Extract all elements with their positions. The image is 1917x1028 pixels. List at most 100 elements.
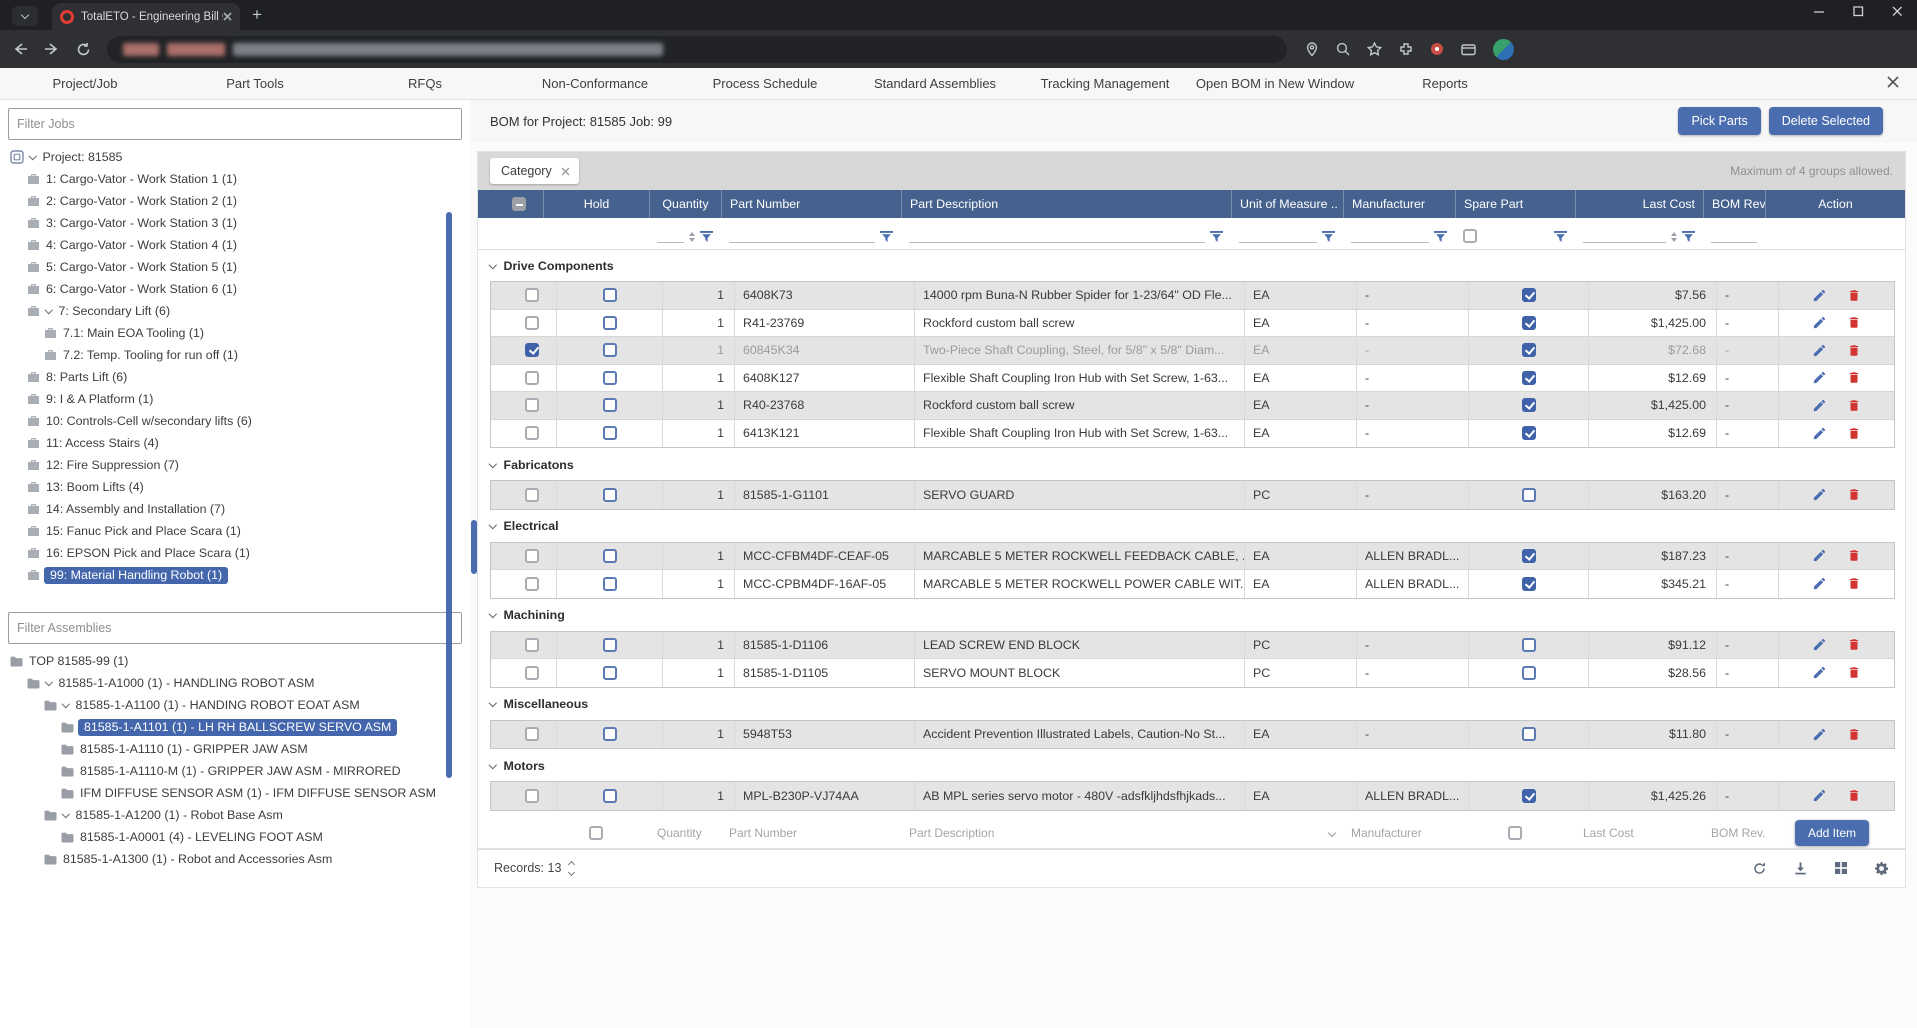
job-item-13-boom-lifts-4[interactable]: 13: Boom Lifts (4) — [0, 476, 470, 498]
group-header-fabricatons[interactable]: Fabricatons — [478, 451, 1905, 478]
assembly-item-81585-1-a1101-1-lh-rh-ballscre[interactable]: 81585-1-A1101 (1) - LH RH BALLSCREW SERV… — [0, 716, 470, 738]
filter-manufacturer[interactable] — [1343, 218, 1455, 249]
bookmark-star-icon[interactable] — [1367, 42, 1382, 56]
maximize-button[interactable] — [1853, 6, 1864, 17]
group-header-miscellaneous[interactable]: Miscellaneous — [478, 691, 1905, 718]
add-part-description-field[interactable]: Part Description — [901, 818, 1231, 848]
chip-close-icon[interactable] — [561, 167, 570, 176]
hold-checkbox[interactable] — [603, 398, 617, 412]
spare-part-checkbox[interactable] — [1522, 666, 1536, 680]
hold-checkbox[interactable] — [603, 638, 617, 652]
job-item-99-material-handling-robot-1[interactable]: 99: Material Handling Robot (1) — [0, 564, 470, 586]
spare-part-cell[interactable] — [1468, 481, 1588, 509]
delete-trash-icon[interactable] — [1847, 398, 1861, 413]
row-select-checkbox[interactable] — [525, 789, 539, 803]
col-spare-part[interactable]: Spare Part — [1455, 190, 1575, 218]
spare-part-cell[interactable] — [1468, 392, 1588, 419]
row-select-cell[interactable] — [508, 310, 556, 337]
profile-avatar[interactable] — [1493, 39, 1514, 60]
row-select-cell[interactable] — [508, 632, 556, 659]
select-all-cell[interactable] — [495, 190, 543, 218]
hold-cell[interactable] — [556, 282, 662, 309]
add-spare-cell[interactable] — [1455, 818, 1575, 848]
nav-item-tracking-management[interactable]: Tracking Management — [1020, 76, 1190, 91]
col-bom-rev[interactable]: BOM Rev. — [1703, 190, 1765, 218]
add-manufacturer-field[interactable]: Manufacturer — [1343, 818, 1455, 848]
job-item-10-controls-cell-w-secondary-l[interactable]: 10: Controls-Cell w/secondary lifts (6) — [0, 410, 470, 432]
job-item-7-1-main-eoa-tooling-1[interactable]: 7.1: Main EOA Tooling (1) — [0, 322, 470, 344]
delete-trash-icon[interactable] — [1847, 370, 1861, 385]
hold-checkbox[interactable] — [603, 666, 617, 680]
filter-part-description[interactable] — [901, 218, 1231, 249]
row-select-checkbox[interactable] — [525, 398, 539, 412]
group-header-drive-components[interactable]: Drive Components — [478, 252, 1905, 279]
job-item-11-access-stairs-4[interactable]: 11: Access Stairs (4) — [0, 432, 470, 454]
edit-pencil-icon[interactable] — [1812, 398, 1827, 413]
edit-pencil-icon[interactable] — [1812, 370, 1827, 385]
spare-part-checkbox[interactable] — [1522, 577, 1536, 591]
extensions-puzzle-icon[interactable] — [1399, 42, 1413, 56]
row-select-checkbox[interactable] — [525, 426, 539, 440]
spare-part-checkbox[interactable] — [1522, 371, 1536, 385]
spare-part-checkbox[interactable] — [1522, 398, 1536, 412]
job-item-project-81585[interactable]: Project: 81585 — [0, 146, 470, 168]
job-item-3-cargo-vator-work-station-3-1[interactable]: 3: Cargo-Vator - Work Station 3 (1) — [0, 212, 470, 234]
delete-trash-icon[interactable] — [1847, 576, 1861, 591]
edit-pencil-icon[interactable] — [1812, 315, 1827, 330]
chevron-down-icon[interactable] — [45, 306, 53, 314]
job-item-14-assembly-and-installation-7[interactable]: 14: Assembly and Installation (7) — [0, 498, 470, 520]
row-select-cell[interactable] — [508, 420, 556, 448]
hold-checkbox[interactable] — [603, 371, 617, 385]
edit-pencil-icon[interactable] — [1812, 426, 1827, 441]
row-select-cell[interactable] — [508, 570, 556, 598]
hold-checkbox[interactable] — [603, 577, 617, 591]
nav-item-open-bom-in-new-window[interactable]: Open BOM in New Window — [1190, 76, 1360, 91]
row-select-checkbox[interactable] — [525, 371, 539, 385]
window-close-button[interactable] — [1892, 6, 1903, 17]
row-select-cell[interactable] — [508, 721, 556, 749]
filter-quantity[interactable] — [649, 218, 721, 249]
hold-checkbox[interactable] — [603, 549, 617, 563]
hold-checkbox[interactable] — [603, 343, 617, 357]
grid-scrollbar-thumb[interactable] — [446, 212, 452, 778]
job-item-16-epson-pick-and-place-scara-[interactable]: 16: EPSON Pick and Place Scara (1) — [0, 542, 470, 564]
filter-spare[interactable] — [1455, 218, 1575, 249]
hold-cell[interactable] — [556, 543, 662, 570]
filter-uom[interactable] — [1231, 218, 1343, 249]
spare-part-checkbox[interactable] — [1522, 426, 1536, 440]
filter-input-line[interactable] — [909, 229, 1205, 243]
job-item-5-cargo-vator-work-station-5-1[interactable]: 5: Cargo-Vator - Work Station 5 (1) — [0, 256, 470, 278]
hold-cell[interactable] — [556, 310, 662, 337]
pick-parts-button[interactable]: Pick Parts — [1678, 107, 1760, 135]
hold-cell[interactable] — [556, 392, 662, 419]
add-item-button[interactable]: Add Item — [1795, 820, 1869, 846]
add-uom-select[interactable] — [1231, 818, 1343, 848]
job-item-8-parts-lift-6[interactable]: 8: Parts Lift (6) — [0, 366, 470, 388]
assembly-item-ifm-diffuse-sensor-asm-1-ifm-d[interactable]: IFM DIFFUSE SENSOR ASM (1) - IFM DIFFUSE… — [0, 782, 470, 804]
spare-part-cell[interactable] — [1468, 282, 1588, 309]
delete-trash-icon[interactable] — [1847, 487, 1861, 502]
spare-filter-checkbox[interactable] — [1463, 229, 1477, 243]
password-manager-icon[interactable] — [1430, 42, 1444, 56]
spare-part-cell[interactable] — [1468, 310, 1588, 337]
filter-assemblies-input[interactable] — [8, 612, 462, 644]
hold-checkbox[interactable] — [603, 727, 617, 741]
row-select-checkbox[interactable] — [525, 343, 539, 357]
col-hold[interactable]: Hold — [543, 190, 649, 218]
edit-pencil-icon[interactable] — [1812, 788, 1827, 803]
jobs-tree-scrollbar-thumb[interactable] — [471, 520, 477, 574]
filter-funnel-icon[interactable] — [880, 231, 893, 243]
col-unit-of-measure[interactable]: Unit of Measure .. — [1231, 190, 1343, 218]
add-last-cost-field[interactable]: Last Cost — [1575, 818, 1703, 848]
records-spinner[interactable] — [569, 862, 574, 875]
spare-part-checkbox[interactable] — [1522, 638, 1536, 652]
delete-trash-icon[interactable] — [1847, 315, 1861, 330]
filter-part-number[interactable] — [721, 218, 901, 249]
job-item-6-cargo-vator-work-station-6-1[interactable]: 6: Cargo-Vator - Work Station 6 (1) — [0, 278, 470, 300]
spare-part-checkbox[interactable] — [1522, 727, 1536, 741]
filter-funnel-icon[interactable] — [1682, 231, 1695, 243]
job-item-7-2-temp-tooling-for-run-off-1[interactable]: 7.2: Temp. Tooling for run off (1) — [0, 344, 470, 366]
nav-item-reports[interactable]: Reports — [1360, 76, 1530, 91]
tab-search-button[interactable] — [12, 6, 38, 26]
filter-funnel-icon[interactable] — [1434, 231, 1447, 243]
